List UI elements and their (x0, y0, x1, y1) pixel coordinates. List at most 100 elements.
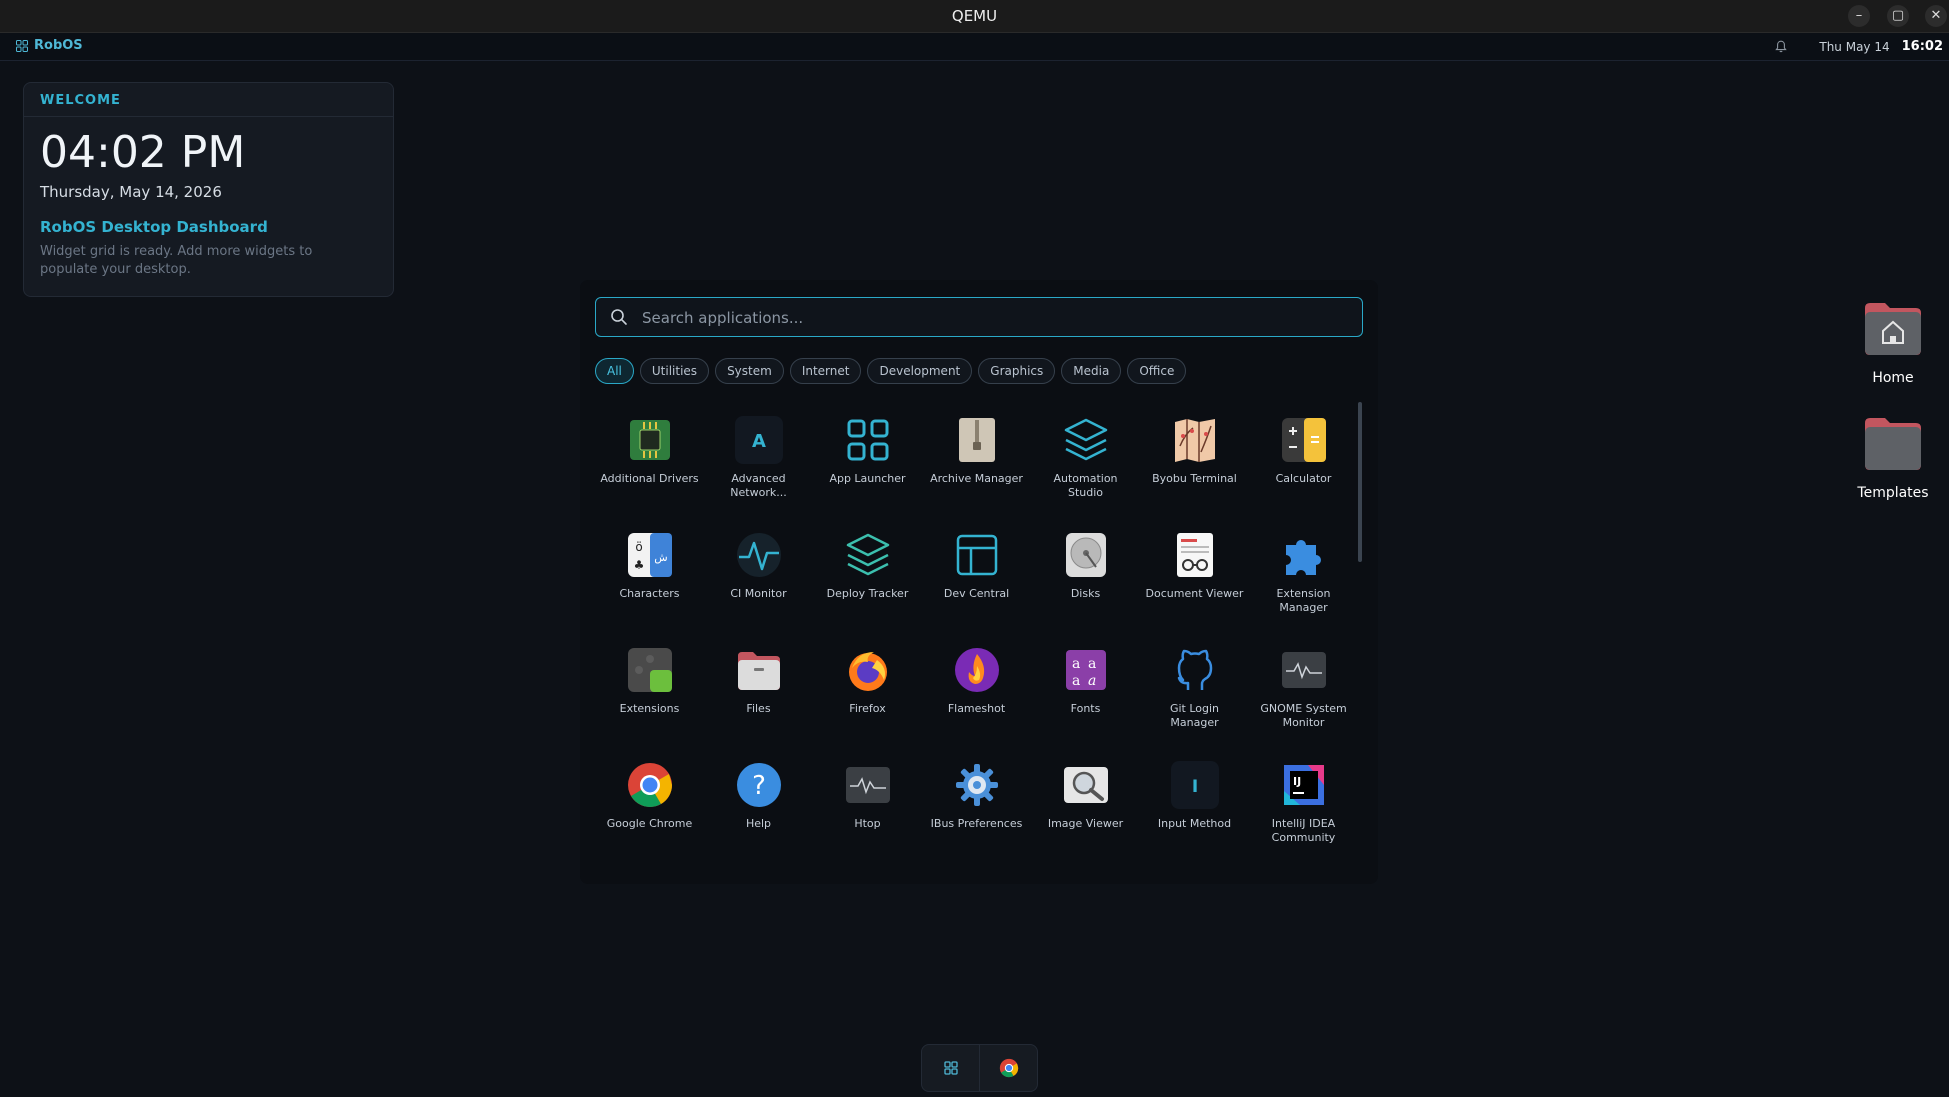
brand-label: RobOS (34, 38, 83, 53)
welcome-header: WELCOME (40, 93, 121, 108)
category-system[interactable]: System (715, 358, 784, 384)
app-label: CI Monitor (730, 587, 787, 600)
app-additional-drivers[interactable]: Additional Drivers (595, 410, 704, 525)
app-label: Additional Drivers (600, 472, 699, 485)
chrome-icon (626, 761, 674, 809)
desktop-icon-templates[interactable]: Templates (1848, 415, 1938, 501)
app-byobu-terminal[interactable]: Byobu Terminal (1140, 410, 1249, 525)
window-titlebar: QEMU – ▢ ✕ (0, 0, 1949, 33)
category-internet[interactable]: Internet (789, 358, 862, 384)
app-advanced-network[interactable]: A Advanced Network... (704, 410, 813, 525)
app-disks[interactable]: Disks (1031, 525, 1140, 640)
app-dev-central[interactable]: Dev Central (922, 525, 1031, 640)
maximize-button[interactable]: ▢ (1887, 5, 1909, 27)
app-calculator[interactable]: Calculator (1249, 410, 1358, 525)
puzzle-dark-icon (626, 646, 674, 694)
welcome-widget: WELCOME 04:02 PM Thursday, May 14, 2026 … (23, 82, 394, 297)
svg-text:a: a (1072, 673, 1080, 689)
app-deploy-tracker[interactable]: Deploy Tracker (813, 525, 922, 640)
app-label: Calculator (1275, 472, 1332, 485)
bell-icon[interactable] (1775, 40, 1788, 53)
app-intellij-idea[interactable]: IJ IntelliJ IDEA Community (1249, 755, 1358, 870)
dashboard-description: Widget grid is ready. Add more widgets t… (40, 244, 313, 277)
app-launcher: All Utilities System Internet Developmen… (580, 280, 1378, 884)
app-ci-monitor[interactable]: CI Monitor (704, 525, 813, 640)
stack-icon (844, 531, 892, 579)
svg-text:♣: ♣ (633, 558, 644, 572)
app-extension-manager[interactable]: Extension Manager (1249, 525, 1358, 640)
characters-icon: ö ش ♣ (626, 531, 674, 579)
minimize-button[interactable]: – (1848, 5, 1870, 27)
app-extensions[interactable]: Extensions (595, 640, 704, 755)
archive-icon (953, 416, 1001, 464)
category-graphics[interactable]: Graphics (978, 358, 1056, 384)
app-label: Dev Central (943, 587, 1010, 600)
app-htop[interactable]: Htop (813, 755, 922, 870)
app-automation-studio[interactable]: Automation Studio (1031, 410, 1140, 525)
desktop-icon-label: Templates (1857, 485, 1929, 501)
search-box[interactable] (595, 297, 1363, 338)
layers-icon (1062, 416, 1110, 464)
svg-text:I: I (1191, 777, 1197, 797)
brand-menu[interactable]: RobOS (16, 38, 83, 53)
app-label: Fonts (1070, 702, 1101, 715)
app-document-viewer[interactable]: Document Viewer (1140, 525, 1249, 640)
app-image-viewer[interactable]: Image Viewer (1031, 755, 1140, 870)
byobu-icon (1171, 416, 1219, 464)
app-characters[interactable]: ö ش ♣ Characters (595, 525, 704, 640)
templates-folder-icon (1865, 418, 1921, 470)
app-label: Help (745, 817, 772, 830)
app-fonts[interactable]: aaaa Fonts (1031, 640, 1140, 755)
category-media[interactable]: Media (1061, 358, 1122, 384)
close-button[interactable]: ✕ (1925, 5, 1947, 27)
app-app-launcher[interactable]: App Launcher (813, 410, 922, 525)
folder-icon (735, 646, 783, 694)
app-label: Flameshot (947, 702, 1006, 715)
search-input[interactable] (640, 298, 1344, 338)
widget-date: Thursday, May 14, 2026 (40, 183, 222, 201)
category-utilities[interactable]: Utilities (639, 358, 710, 384)
help-icon: ? (735, 761, 783, 809)
puzzle-icon (1280, 531, 1328, 579)
app-google-chrome[interactable]: Google Chrome (595, 755, 704, 870)
scrollbar[interactable] (1358, 402, 1362, 562)
calculator-icon (1280, 416, 1328, 464)
app-label: Git Login Manager (1169, 702, 1220, 729)
app-input-method[interactable]: I Input Method (1140, 755, 1249, 870)
chip-icon (626, 416, 674, 464)
app-ibus-preferences[interactable]: IBus Preferences (922, 755, 1031, 870)
app-label: Archive Manager (930, 472, 1023, 485)
category-all[interactable]: All (595, 358, 634, 384)
svg-text:IJ: IJ (1293, 775, 1301, 788)
app-label: Htop (854, 817, 881, 830)
app-files[interactable]: Files (704, 640, 813, 755)
app-label: Image Viewer (1047, 817, 1124, 830)
category-development[interactable]: Development (867, 358, 973, 384)
layout-icon (953, 531, 1001, 579)
app-git-login-manager[interactable]: Git Login Manager (1140, 640, 1249, 755)
dock-app-launcher[interactable] (922, 1045, 979, 1091)
app-label: App Launcher (829, 472, 906, 485)
apps-grid-icon (16, 39, 28, 52)
app-label: Files (746, 702, 771, 715)
gear-icon (953, 761, 1001, 809)
firefox-icon (844, 646, 892, 694)
app-label: Characters (619, 587, 680, 600)
disk-icon (1062, 531, 1110, 579)
app-firefox[interactable]: Firefox (813, 640, 922, 755)
category-office[interactable]: Office (1127, 358, 1187, 384)
app-archive-manager[interactable]: Archive Manager (922, 410, 1031, 525)
app-label: Document Viewer (1145, 587, 1244, 600)
app-label: Deploy Tracker (826, 587, 909, 600)
input-method-icon: I (1170, 761, 1219, 809)
app-label: IBus Preferences (930, 817, 1023, 830)
app-help[interactable]: ? Help (704, 755, 813, 870)
dock-google-chrome[interactable] (979, 1045, 1037, 1091)
app-gnome-system-monitor[interactable]: GNOME System Monitor (1249, 640, 1358, 755)
desktop-icon-home[interactable]: Home (1848, 300, 1938, 386)
desktop-icon-label: Home (1872, 370, 1914, 386)
app-label: Disks (1070, 587, 1101, 600)
top-panel: RobOS Thu May 14 16:02 (0, 33, 1949, 61)
app-flameshot[interactable]: Flameshot (922, 640, 1031, 755)
app-label: Automation Studio (1053, 472, 1118, 499)
